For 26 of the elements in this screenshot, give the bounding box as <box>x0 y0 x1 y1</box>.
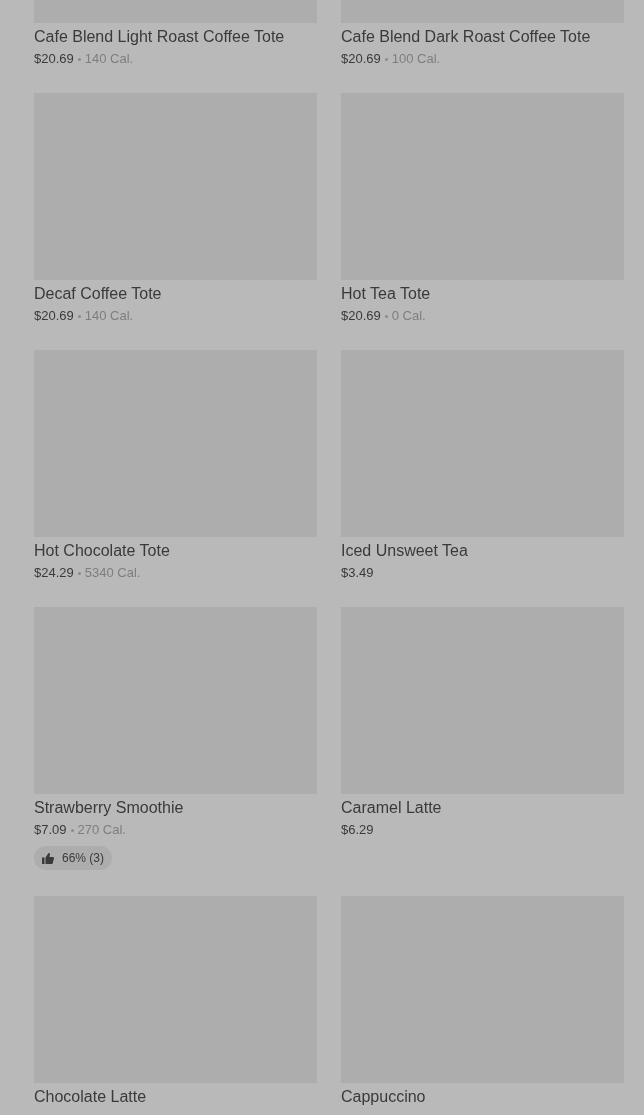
item-name[interactable]: Hot Chocolate Tote <box>34 541 317 561</box>
item-calories: 140 Cal. <box>84 50 134 68</box>
item-calories: 100 Cal. <box>391 50 441 68</box>
item-price: $7.09 <box>34 821 67 839</box>
item-calories: 140 Cal. <box>84 307 134 325</box>
item-name[interactable]: Hot Tea Tote <box>341 284 624 304</box>
item-name[interactable]: Caramel Latte <box>341 798 624 818</box>
item-price: $20.69 <box>34 307 74 325</box>
item-price: $6.29 <box>341 821 374 839</box>
item-name[interactable]: Iced Unsweet Tea <box>341 541 624 561</box>
item-calories: 0 Cal. <box>391 307 426 325</box>
item-name[interactable]: Cappuccino <box>341 1086 624 1107</box>
item-name[interactable]: Chocolate Latte <box>34 1086 317 1107</box>
item-name[interactable]: Strawberry Smoothie <box>34 798 317 818</box>
item-calories: 5340 Cal. <box>84 564 141 582</box>
item-calories: 270 Cal. <box>77 821 126 839</box>
thumbs-up-icon <box>42 852 54 864</box>
item-price: $20.69 <box>34 50 74 68</box>
item-price: $3.49 <box>341 564 374 582</box>
rating-text: 66% (3) <box>62 850 105 867</box>
item-name[interactable]: Decaf Coffee Tote <box>34 284 317 304</box>
item-price: $20.69 <box>341 50 381 68</box>
item-price: $20.69 <box>341 307 381 325</box>
item-name[interactable]: Cafe Blend Light Roast Coffee Tote <box>34 27 317 47</box>
item-price: $24.29 <box>34 564 74 582</box>
item-name[interactable]: Cafe Blend Dark Roast Coffee Tote <box>341 27 624 47</box>
